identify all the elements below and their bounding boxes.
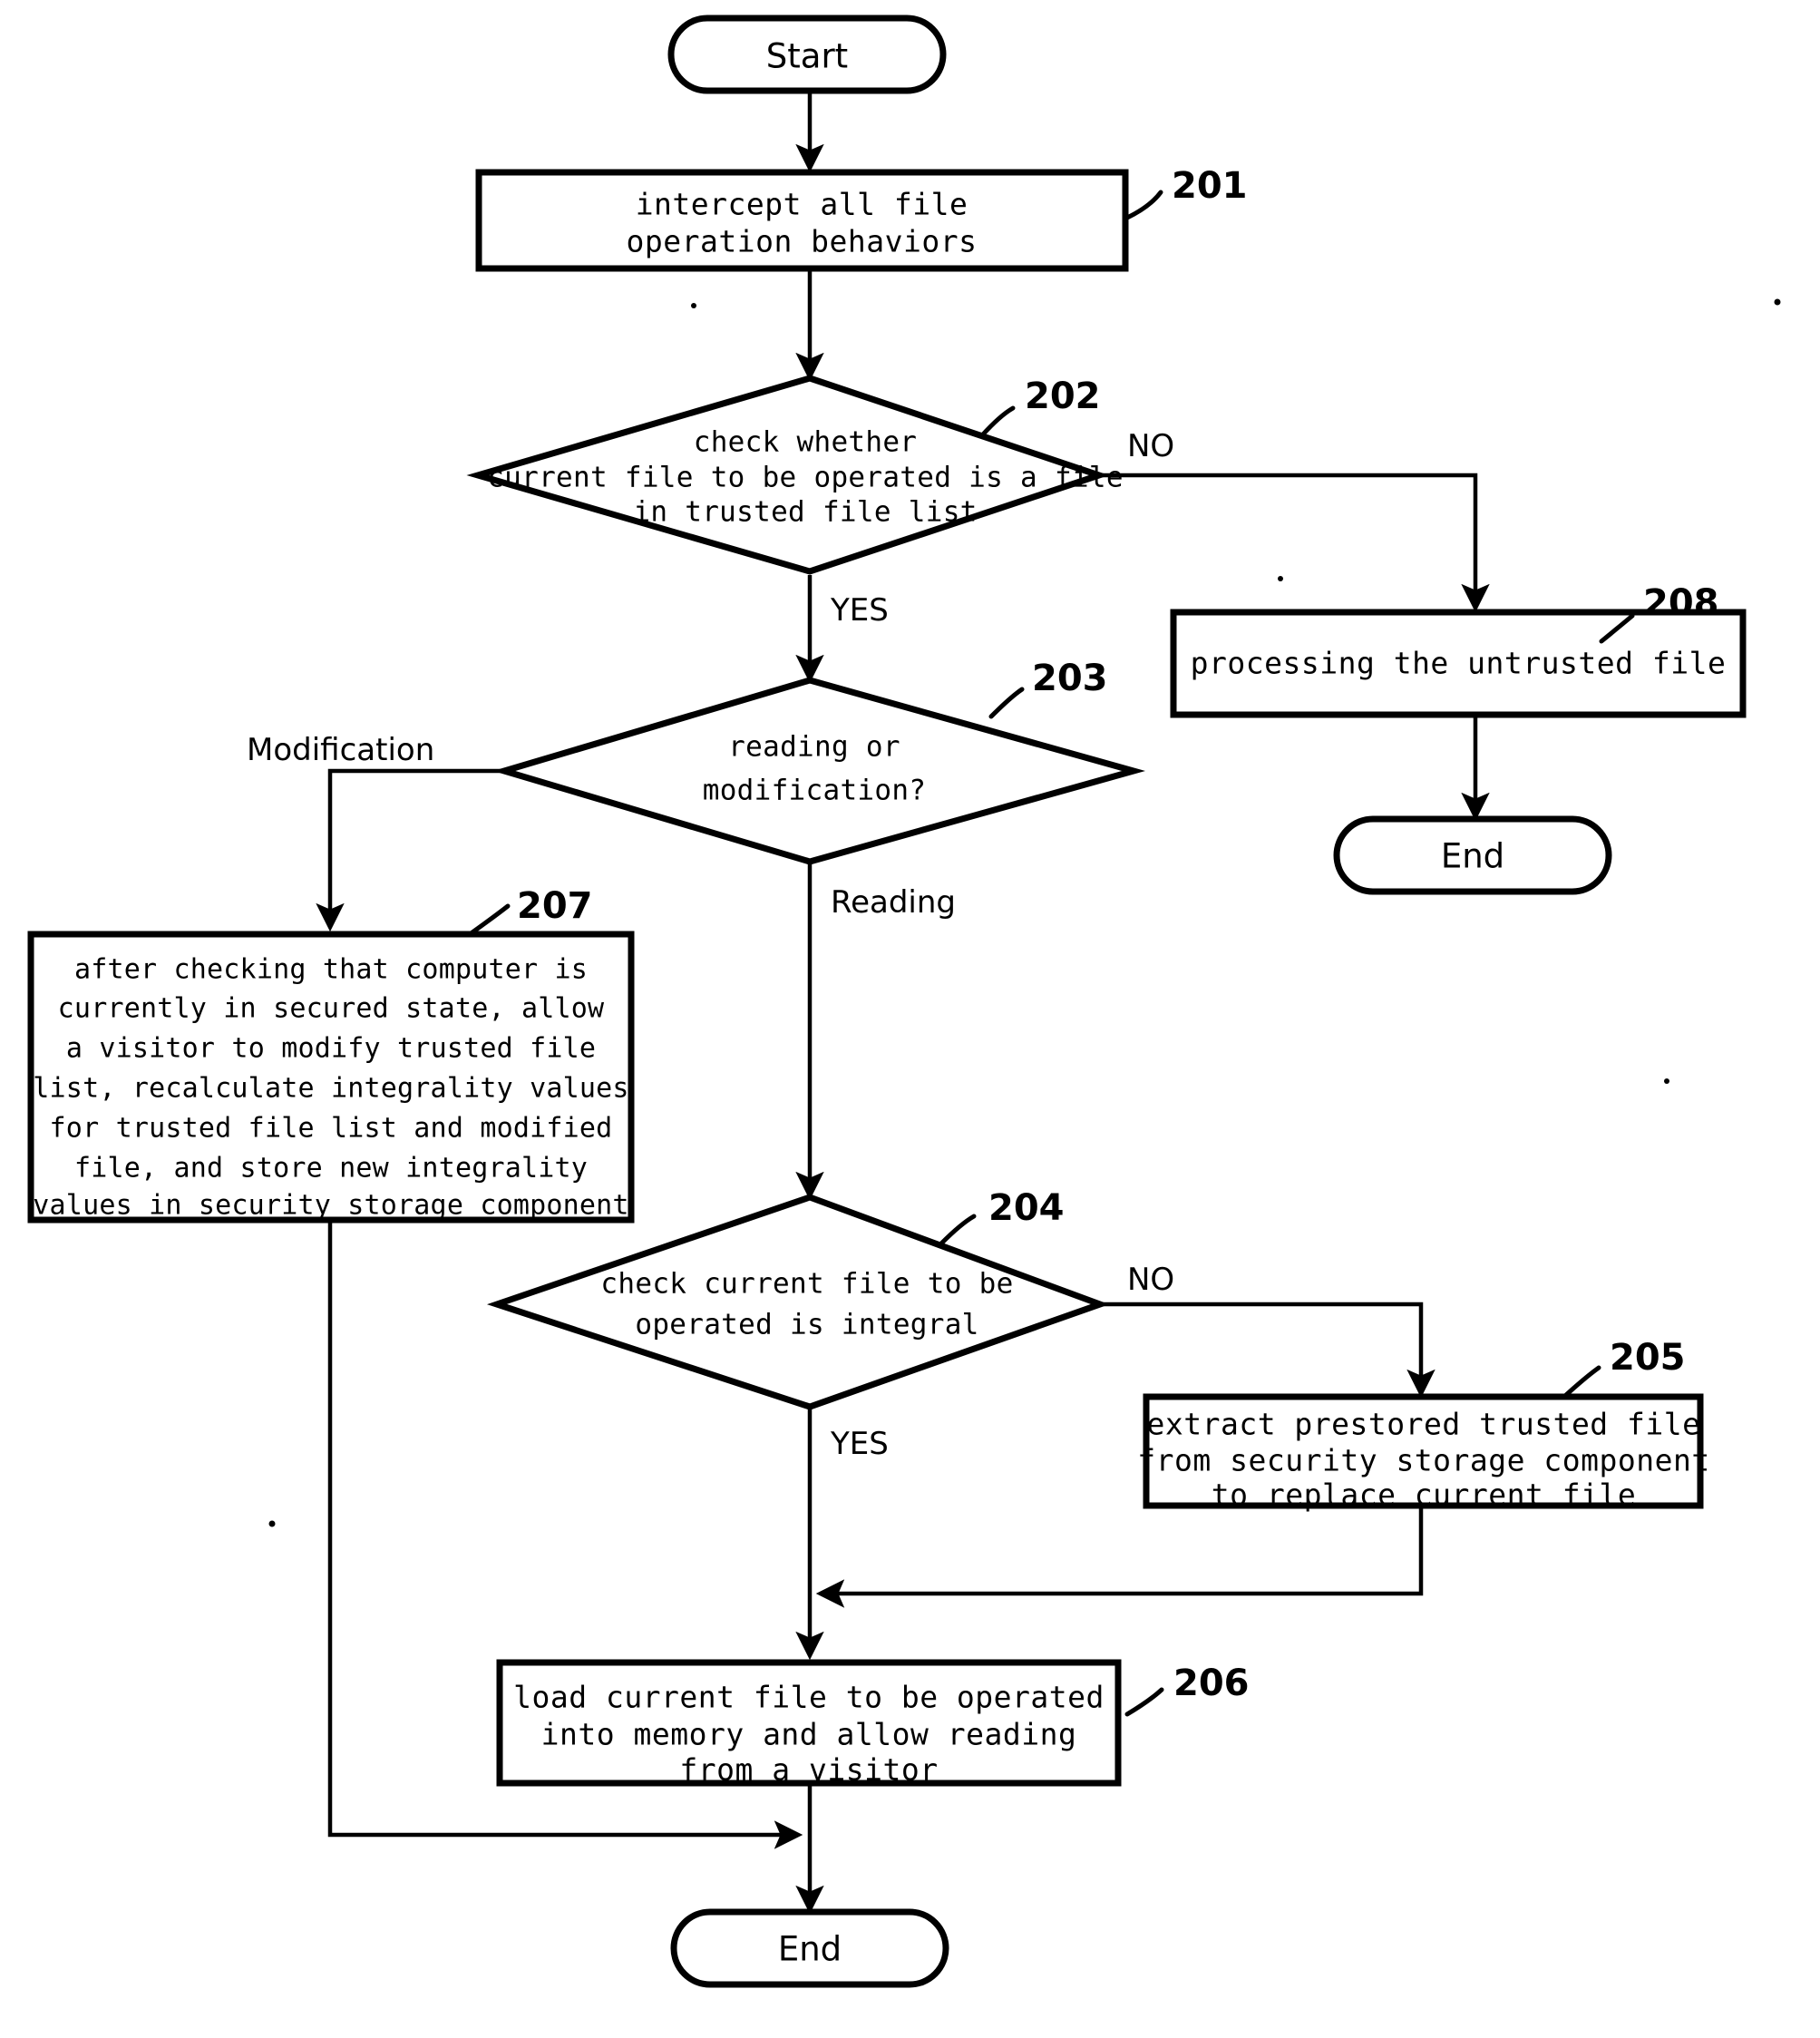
node-205-line-2: from security storage component [1137, 1443, 1709, 1478]
ref-203-leader [988, 687, 1025, 719]
node-205[interactable]: extract prestored trusted file from secu… [1137, 1393, 1709, 1513]
ref-202-leader [979, 405, 1016, 438]
ref-201-leader [1124, 190, 1163, 220]
node-202-line-2: current file to be operated is a file [487, 462, 1124, 494]
node-201[interactable]: intercept all file operation behaviors [475, 169, 1129, 272]
flowchart-page: Start intercept all file operation behav… [0, 0, 1820, 2038]
ref-208-label: 208 [1643, 582, 1719, 624]
node-204-line-2: operated is integral [635, 1309, 978, 1341]
node-end-bottom[interactable]: End [670, 1908, 949, 1988]
edge-label-203-reading: Reading [831, 884, 956, 921]
node-207-line-4: list, recalculate integrality values [33, 1073, 628, 1105]
ref-203-label: 203 [1032, 658, 1108, 699]
connector-203-modification-to-207 [316, 768, 504, 932]
ref-208-leader [1599, 613, 1635, 644]
node-207-line-7: values in security storage component [33, 1190, 628, 1222]
node-start[interactable]: Start [667, 15, 947, 94]
connector-202-no-to-208 [1099, 473, 1490, 613]
node-203[interactable]: reading or modification? [492, 677, 1145, 865]
edge-label-204-yes: YES [830, 1426, 889, 1462]
node-202-line-3: in trusted file list [633, 496, 977, 529]
ref-202-label: 202 [1025, 375, 1101, 417]
ref-204-leader [939, 1214, 977, 1246]
ref-205-label: 205 [1610, 1337, 1686, 1379]
node-206-line-3: from a visitor [679, 1752, 938, 1788]
node-end-bottom-label: End [778, 1930, 842, 1969]
node-206-line-1: load current file to be operated [513, 1680, 1105, 1715]
edge-label-202-yes: YES [830, 592, 889, 629]
ref-206-leader [1124, 1687, 1164, 1717]
node-206[interactable]: load current file to be operated into me… [496, 1659, 1122, 1788]
ref-206-label: 206 [1173, 1663, 1250, 1704]
node-207-line-1: after checking that computer is [74, 954, 588, 986]
node-201-line-1: intercept all file [636, 187, 968, 222]
node-start-label: Start [766, 37, 848, 76]
node-207-line-6: file, and store new integrality [74, 1153, 588, 1185]
connector-205-to-206-trunk [815, 1505, 1424, 1608]
ref-207-leader [467, 903, 511, 937]
node-201-line-2: operation behaviors [627, 224, 978, 259]
connector-204-no-to-205 [1100, 1302, 1436, 1399]
ref-207-label: 207 [517, 885, 593, 927]
node-202-line-1: check whether [694, 426, 918, 459]
node-208[interactable]: processing the untrusted file [1170, 609, 1747, 718]
edge-label-203-modification: Modification [247, 732, 434, 768]
node-205-line-1: extract prestored trusted file [1146, 1407, 1700, 1442]
ref-205-leader [1563, 1365, 1601, 1398]
node-206-line-2: into memory and allow reading [541, 1717, 1077, 1752]
node-203-line-2: modification? [703, 775, 927, 807]
node-204-line-1: check current file to be [600, 1268, 1013, 1301]
node-203-line-1: reading or [728, 731, 900, 764]
ref-204-label: 204 [988, 1187, 1065, 1229]
node-207[interactable]: after checking that computer is currentl… [27, 931, 635, 1224]
flowchart-canvas: Start intercept all file operation behav… [27, 15, 1781, 1988]
node-end-right-label: End [1441, 837, 1504, 876]
node-end-right[interactable]: End [1333, 815, 1612, 895]
ref-201-label: 201 [1172, 165, 1248, 207]
edge-label-202-no: NO [1127, 428, 1174, 464]
node-207-line-3: a visitor to modify trusted file [66, 1033, 596, 1065]
edge-label-204-no: NO [1127, 1262, 1174, 1298]
node-207-line-2: currently in secured state, allow [58, 993, 605, 1025]
node-207-line-5: for trusted file list and modified [50, 1113, 613, 1145]
node-205-line-3: to replace current file [1212, 1477, 1636, 1513]
node-208-line-1: processing the untrusted file [1191, 646, 1727, 681]
